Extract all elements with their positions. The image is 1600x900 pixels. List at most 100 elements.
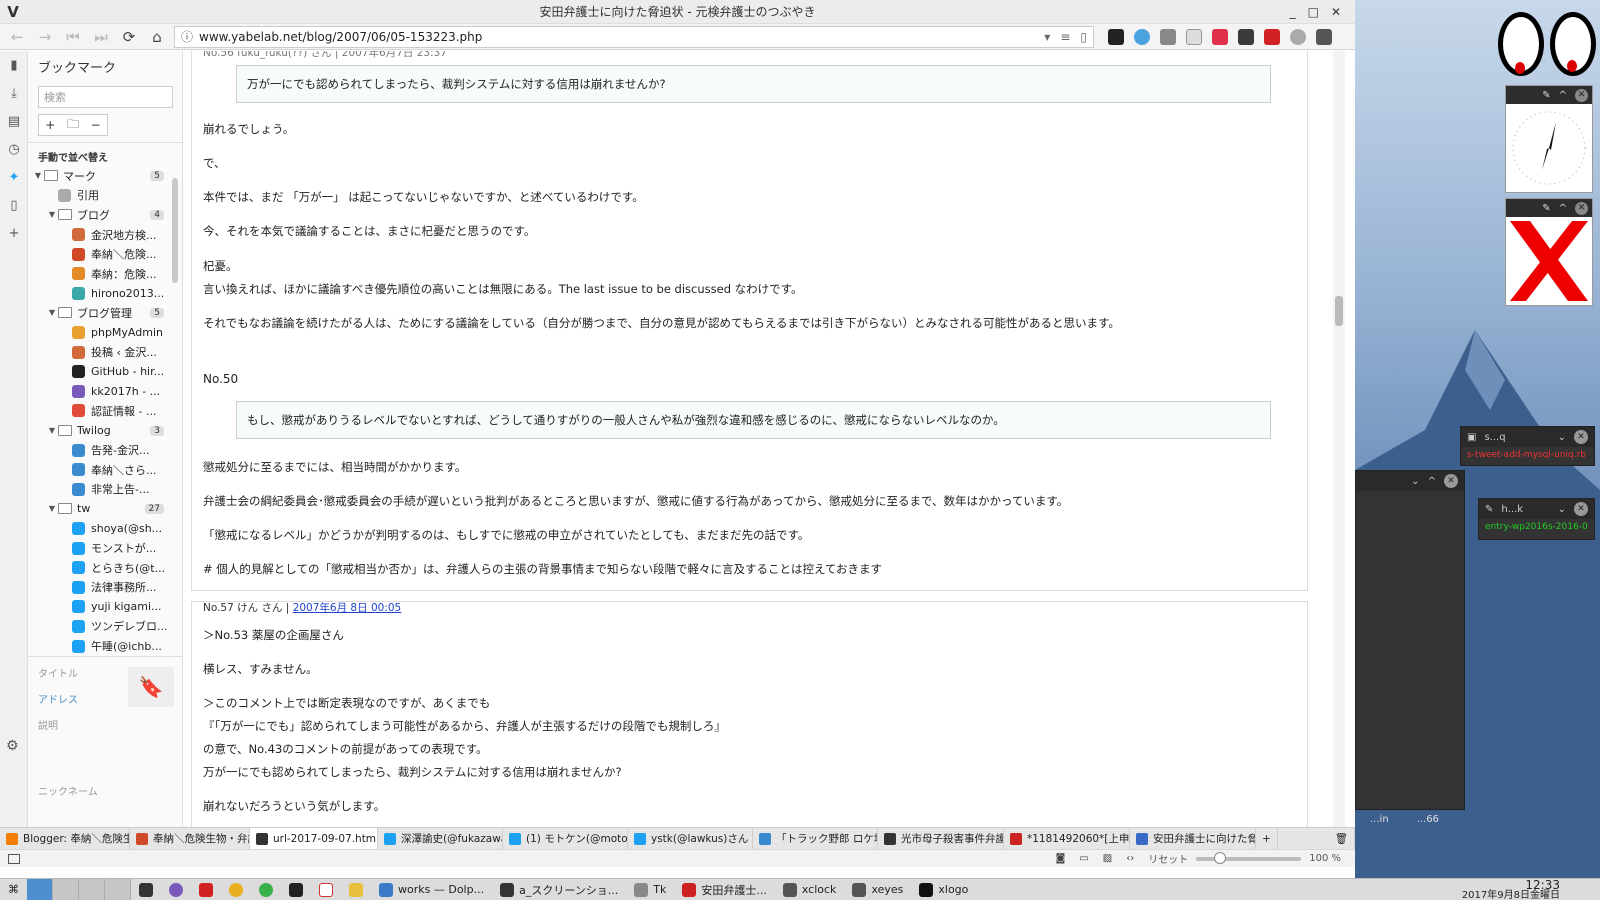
sort-label[interactable]: 手動で並べ替え	[28, 142, 182, 166]
site-info-icon[interactable]: ⓘ	[181, 28, 193, 45]
post-permalink[interactable]: 2007年6月 8日 00:05	[293, 602, 402, 614]
bookmark-folder[interactable]: ▼ Twilog 3	[28, 421, 182, 441]
expand-icon[interactable]: ^	[1428, 476, 1436, 487]
launcher-purple-icon[interactable]	[161, 879, 191, 900]
expand-toggle-icon[interactable]: ▼	[46, 308, 58, 317]
bookmark-search-input[interactable]: 検索	[38, 86, 173, 108]
window-label-66[interactable]: ...66	[1417, 814, 1439, 825]
rewind-button[interactable]: ⏮	[62, 26, 84, 48]
browser-tab[interactable]: 安田弁護士に向けた脅	[1130, 827, 1256, 850]
vivaldi-logo-icon[interactable]: V	[0, 3, 26, 21]
bookmark-item[interactable]: 投稿 ‹ 金沢...	[28, 342, 182, 362]
close-xlogo-button[interactable]: ✕	[1575, 201, 1588, 215]
back-button[interactable]: ←	[6, 26, 28, 48]
trash-icon[interactable]: 🗑	[1329, 827, 1355, 850]
browser-tab[interactable]: Blogger: 奉納＼危険生	[0, 827, 130, 850]
extension-twitter-icon[interactable]	[1134, 28, 1150, 45]
collapse-icon[interactable]: ⌄	[1411, 476, 1419, 487]
taskbar-clock[interactable]: 12:33 2017年9月8日金曜日	[1462, 879, 1600, 900]
vivaldi-launcher-icon[interactable]	[191, 879, 221, 900]
browser-tab[interactable]: 深澤諭史(@fukazawa	[378, 827, 503, 850]
taskbar-window-button[interactable]: xlogo	[911, 879, 976, 900]
start-menu-icon[interactable]: ⌘	[0, 879, 27, 900]
bookmark-item[interactable]: モンストが...	[28, 538, 182, 558]
code-icon[interactable]: ‹›	[1126, 853, 1134, 864]
expand-toggle-icon[interactable]: ▼	[46, 426, 58, 435]
bookmark-page-icon[interactable]: ▯	[1080, 30, 1087, 44]
bookmark-item[interactable]: 告発-金沢...	[28, 440, 182, 460]
launcher-screenshot-icon[interactable]	[311, 879, 341, 900]
close-button[interactable]: ✕	[1331, 5, 1341, 19]
home-button[interactable]: ⌂	[146, 26, 168, 48]
image-icon[interactable]: ▨	[1103, 853, 1112, 864]
bookmark-item[interactable]: とらきち(@t...	[28, 558, 182, 578]
bookmark-item[interactable]: 午睡(@ichb...	[28, 636, 182, 656]
bookmarks-panel-icon[interactable]: ▮	[0, 51, 28, 79]
downloads-panel-icon[interactable]: ⤓	[0, 79, 28, 107]
desktop-4[interactable]	[105, 878, 131, 900]
browser-tab[interactable]: 「トラック野郎 ロケ地研	[753, 827, 878, 850]
page-scrollbar[interactable]	[1333, 51, 1345, 827]
taskbar-window-button[interactable]: 安田弁護士...	[674, 879, 775, 900]
bookmark-folder[interactable]: ▼ マーク 5	[28, 166, 182, 186]
terminal-2-title[interactable]: h...k	[1501, 504, 1523, 515]
expand-toggle-icon[interactable]: ▼	[46, 504, 58, 513]
launcher-green-icon[interactable]	[251, 879, 281, 900]
chrome-launcher-icon[interactable]	[221, 879, 251, 900]
collapse-icon[interactable]: ⌄	[1558, 504, 1566, 515]
collapse-icon[interactable]: ^	[1559, 203, 1567, 214]
twitter-panel-icon[interactable]: ✦	[0, 163, 28, 191]
notes-panel-icon[interactable]: ▤	[0, 107, 28, 135]
close-terminal-1-button[interactable]: ✕	[1574, 430, 1588, 444]
new-tab-button[interactable]: +	[1256, 827, 1278, 850]
terminal-1-title[interactable]: s...q	[1484, 432, 1505, 443]
taskbar-window-button[interactable]: works — Dolp...	[371, 879, 492, 900]
pin-icon[interactable]: ✎	[1542, 203, 1550, 214]
bookmark-item[interactable]: 奉納：危険...	[28, 264, 182, 284]
bookmark-item[interactable]: GitHub - hir...	[28, 362, 182, 382]
close-dark-panel-button[interactable]: ✕	[1444, 474, 1458, 488]
expand-toggle-icon[interactable]: ▼	[32, 171, 44, 180]
page-panel-icon[interactable]: ▯	[0, 191, 28, 219]
browser-tab[interactable]: *1181492060*[上申書	[1004, 827, 1130, 850]
launcher-misc-icon[interactable]	[341, 879, 371, 900]
extension-atom-icon[interactable]	[1290, 28, 1306, 45]
collapse-icon[interactable]: ⌄	[1558, 432, 1566, 443]
maximize-button[interactable]: □	[1308, 5, 1319, 19]
close-xclock-button[interactable]: ✕	[1575, 88, 1588, 102]
add-folder-button[interactable]: 🗀	[62, 115, 85, 135]
zoom-slider[interactable]	[1196, 851, 1302, 864]
add-bookmark-button[interactable]: +	[39, 115, 62, 135]
bookmark-item[interactable]: hirono2013...	[28, 284, 182, 304]
bookmark-folder[interactable]: ▼ tw 27	[28, 499, 182, 519]
desktop-3[interactable]	[79, 878, 105, 900]
bookmark-item[interactable]: 法律事務所...	[28, 577, 182, 597]
bookmark-item[interactable]: ツンデレブロ...	[28, 617, 182, 637]
extension-shield-icon[interactable]	[1108, 28, 1124, 45]
pocket-icon[interactable]	[1212, 28, 1228, 45]
bookmark-folder[interactable]: ▼ ブログ管理 5	[28, 303, 182, 323]
minimize-button[interactable]: _	[1290, 5, 1296, 19]
pin-icon[interactable]: ✎	[1542, 90, 1550, 101]
dropdown-icon[interactable]: ▾	[1044, 30, 1050, 44]
extension-red-icon[interactable]	[1264, 28, 1280, 45]
evernote-icon[interactable]	[1238, 28, 1254, 45]
terminal-launcher-icon[interactable]	[131, 879, 161, 900]
browser-tab[interactable]: url-2017-09-07.html	[250, 827, 378, 850]
browser-tab[interactable]: 光市母子殺害事件弁護	[878, 827, 1004, 850]
taskbar-window-button[interactable]: xeyes	[844, 879, 911, 900]
panel-toggle-icon[interactable]	[8, 853, 20, 864]
settings-gear-icon[interactable]: ⚙	[6, 738, 19, 754]
bookmark-item[interactable]: phpMyAdmin	[28, 323, 182, 343]
extension-g-icon[interactable]	[1186, 28, 1202, 45]
taskbar-window-button[interactable]: xclock	[775, 879, 845, 900]
bookmark-item[interactable]: 金沢地方検...	[28, 225, 182, 245]
desktop-pager[interactable]	[27, 878, 131, 900]
bookmark-nickname-field[interactable]: ニックネーム	[38, 783, 172, 809]
history-panel-icon[interactable]: ◷	[0, 135, 28, 163]
launcher-console-icon[interactable]	[281, 879, 311, 900]
add-panel-icon[interactable]: +	[0, 219, 28, 247]
window-icon[interactable]: ▭	[1079, 853, 1088, 864]
collapse-icon[interactable]: ^	[1559, 90, 1567, 101]
taskbar-window-button[interactable]: a_スクリーンショ...	[492, 879, 626, 900]
